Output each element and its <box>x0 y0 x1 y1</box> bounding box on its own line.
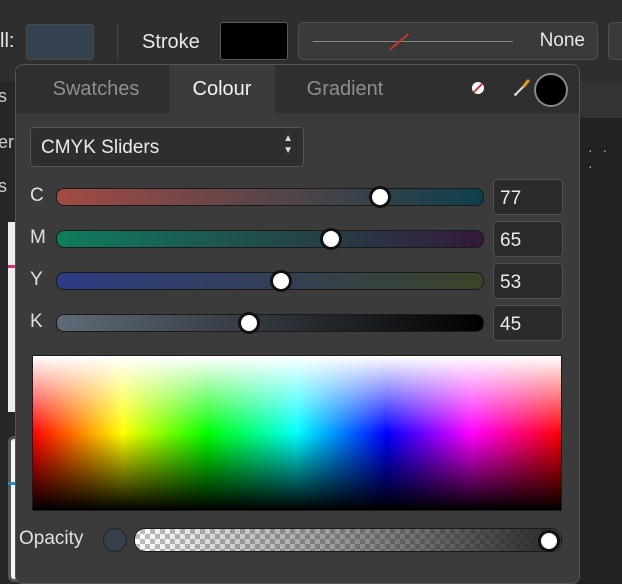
stroke-preview-line <box>313 41 513 42</box>
fill-colour-swatch[interactable] <box>26 24 94 60</box>
key-black-label: K <box>30 311 43 332</box>
magenta-value: 65 <box>500 230 522 251</box>
left-panel-text: s <box>0 86 7 106</box>
colour-mode-dropdown[interactable]: CMYK Sliders ▲ ▼ <box>30 127 304 167</box>
cyan-slider-thumb[interactable] <box>368 186 391 208</box>
tab-colour[interactable]: Colour <box>169 65 275 113</box>
yellow-value: 53 <box>500 272 522 293</box>
stroke-colour-swatch[interactable] <box>220 22 288 60</box>
key-black-slider-thumb[interactable] <box>237 312 260 334</box>
magenta-label: M <box>30 227 46 248</box>
opacity-gradient <box>135 529 561 551</box>
no-colour-icon[interactable] <box>472 82 484 94</box>
toolbar-divider <box>117 24 118 60</box>
magenta-slider-track[interactable] <box>56 230 484 248</box>
right-panel-header <box>578 82 622 118</box>
colour-panel: Swatches Colour Gradient CMYK Sliders ▲ ▼… <box>15 64 580 584</box>
stroke-style-value: None <box>539 30 585 51</box>
tab-swatches[interactable]: Swatches <box>32 65 160 113</box>
colour-spectrum-picker[interactable] <box>32 355 562 511</box>
cyan-label: C <box>30 185 44 206</box>
key-black-value: 45 <box>500 314 522 335</box>
cyan-value: 77 <box>500 188 522 209</box>
colour-panel-tabbar: Swatches Colour Gradient <box>16 65 579 113</box>
yellow-value-field[interactable]: 53 <box>493 263 563 299</box>
tab-gradient[interactable]: Gradient <box>286 65 404 113</box>
chevron-up-down-icon: ▲ ▼ <box>283 133 293 156</box>
key-black-slider-track[interactable] <box>56 314 484 332</box>
left-panel-text: er <box>0 132 15 152</box>
yellow-label: Y <box>30 269 43 290</box>
colour-picker-icon[interactable] <box>512 77 532 97</box>
toolbar-overflow-button[interactable] <box>608 22 622 60</box>
opacity-colour-indicator <box>103 528 127 552</box>
spectrum-shade-overlay <box>33 356 561 510</box>
right-panel-dots: · · · <box>588 142 611 174</box>
opacity-label: Opacity <box>19 528 84 549</box>
no-stroke-icon <box>389 33 409 51</box>
stroke-style-dropdown[interactable]: None <box>298 22 598 60</box>
key-black-value-field[interactable]: 45 <box>493 305 563 341</box>
current-colour-swatch[interactable] <box>534 73 568 107</box>
opacity-slider-thumb[interactable] <box>538 530 560 552</box>
yellow-slider-thumb[interactable] <box>270 270 293 292</box>
cyan-slider-track[interactable] <box>56 188 484 206</box>
magenta-slider-thumb[interactable] <box>319 228 342 250</box>
cyan-value-field[interactable]: 77 <box>493 179 563 215</box>
magenta-value-field[interactable]: 65 <box>493 221 563 257</box>
opacity-slider-track[interactable] <box>134 528 562 552</box>
stroke-label: Stroke <box>142 31 200 53</box>
fill-label: ll: <box>0 30 15 52</box>
left-panel-text: s <box>0 176 7 196</box>
colour-mode-value: CMYK Sliders <box>41 137 160 158</box>
